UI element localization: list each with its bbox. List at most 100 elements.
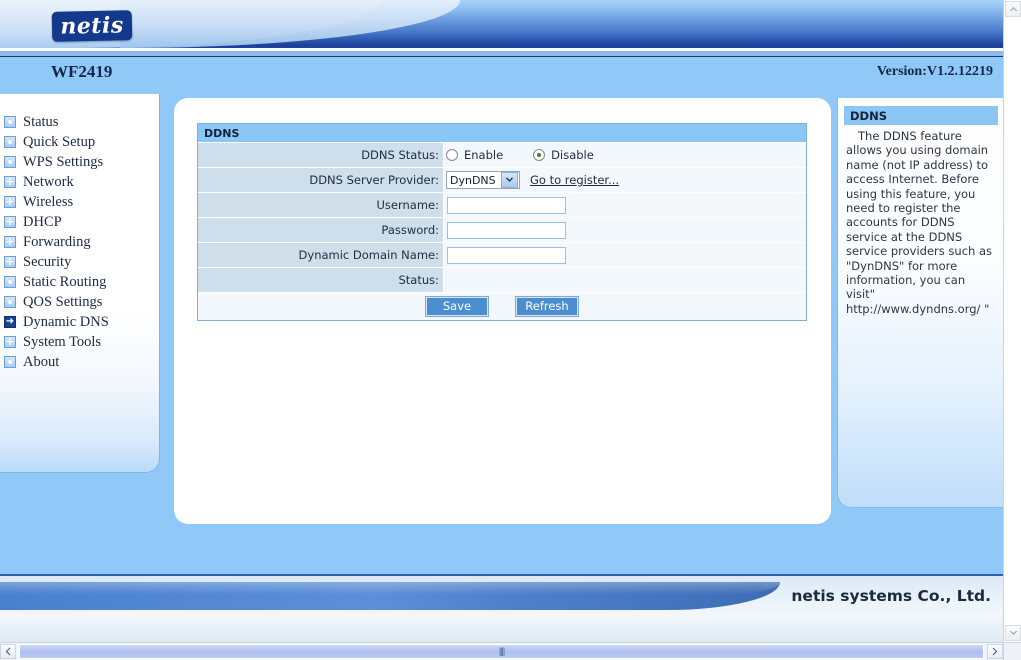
square-dot-icon[interactable] <box>4 136 16 148</box>
label-password: Password: <box>198 218 444 242</box>
plus-expand-icon[interactable]: + <box>4 336 16 348</box>
value-status <box>444 268 806 292</box>
sidebar-item-label: WPS Settings <box>23 153 104 170</box>
square-dot-icon[interactable] <box>4 156 16 168</box>
sidebar-item-network[interactable]: + Network <box>0 172 159 192</box>
plus-expand-icon[interactable]: + <box>4 196 16 208</box>
go-to-register-link[interactable]: Go to register... <box>530 173 619 187</box>
help-panel-body: The DDNS feature allows you using domain… <box>846 129 992 316</box>
ddns-box-title: DDNS <box>198 124 806 143</box>
row-ddns-status: DDNS Status: Enable Disable <box>198 143 806 168</box>
sidebar-item-label: Static Routing <box>23 273 107 290</box>
arrow-right-icon[interactable]: ➜ <box>4 316 16 328</box>
label-ddns-provider: DDNS Server Provider: <box>198 168 444 192</box>
username-input[interactable] <box>447 196 566 214</box>
scroll-down-button[interactable] <box>1005 625 1021 641</box>
dynamic-domain-name-input[interactable] <box>447 246 566 264</box>
plus-expand-icon[interactable]: + <box>4 256 16 268</box>
sidebar-item-static-routing[interactable]: Static Routing <box>0 272 159 292</box>
value-username <box>444 193 806 217</box>
netis-logo: netis <box>51 10 133 42</box>
help-panel: DDNS The DDNS feature allows you using d… <box>837 98 1003 508</box>
sidebar-item-qos-settings[interactable]: QOS Settings <box>0 292 159 312</box>
footer-band-sheen <box>0 582 780 594</box>
plus-expand-icon[interactable]: + <box>4 236 16 248</box>
radio-enable[interactable]: Enable <box>446 148 503 162</box>
sidebar-nav: Status Quick Setup WPS Settings + Network + Wi… <box>0 94 160 473</box>
header-banner: netis <box>0 0 1003 48</box>
row-status: Status: <box>198 268 806 293</box>
row-username: Username: <box>198 193 806 218</box>
content-panel: DDNS DDNS Status: Enable Disable DDNS Se… <box>174 98 831 524</box>
square-dot-icon[interactable] <box>4 356 16 368</box>
plus-expand-icon[interactable]: + <box>4 176 16 188</box>
row-dynamic-domain-name: Dynamic Domain Name: <box>198 243 806 268</box>
value-password <box>444 218 806 242</box>
sidebar-item-label: DHCP <box>23 213 62 230</box>
sidebar-item-label: QOS Settings <box>23 293 103 310</box>
sidebar-item-status[interactable]: Status <box>0 112 159 132</box>
horizontal-scrollbar[interactable]: |||| <box>0 642 1003 660</box>
banner-swoosh-mid <box>120 0 460 48</box>
save-button[interactable]: Save <box>426 297 488 316</box>
sidebar-item-about[interactable]: About <box>0 352 159 372</box>
scrollbar-grip-icon: |||| <box>498 646 505 656</box>
router-admin-page: netis WF2419 Version:V1.2.12219 Status Qu… <box>0 0 1003 642</box>
sidebar-item-wps-settings[interactable]: WPS Settings <box>0 152 159 172</box>
plus-expand-icon[interactable]: + <box>4 216 16 228</box>
sidebar-item-label: Security <box>23 253 72 270</box>
sidebar-item-system-tools[interactable]: + System Tools <box>0 332 159 352</box>
refresh-button[interactable]: Refresh <box>516 297 578 316</box>
label-status: Status: <box>198 268 444 292</box>
sidebar-item-label: Forwarding <box>23 233 91 250</box>
title-row: WF2419 Version:V1.2.12219 <box>0 57 1003 92</box>
help-panel-title: DDNS <box>844 106 998 125</box>
model-name: WF2419 <box>51 62 113 81</box>
value-dynamic-domain-name <box>444 243 806 267</box>
radio-enable-circle-icon[interactable] <box>446 149 458 161</box>
chevron-down-icon[interactable] <box>501 172 518 188</box>
row-password: Password: <box>198 218 806 243</box>
sidebar-item-label: Wireless <box>23 193 74 210</box>
label-dynamic-domain-name: Dynamic Domain Name: <box>198 243 444 267</box>
sidebar-item-security[interactable]: + Security <box>0 252 159 272</box>
radio-disable-label: Disable <box>551 148 594 162</box>
sidebar-item-label: Status <box>23 113 59 130</box>
radio-enable-label: Enable <box>464 148 504 162</box>
row-ddns-provider: DDNS Server Provider: DynDNS Go to regis… <box>198 168 806 193</box>
sidebar-item-forwarding[interactable]: + Forwarding <box>0 232 159 252</box>
square-dot-icon[interactable] <box>4 296 16 308</box>
value-ddns-provider: DynDNS Go to register... <box>444 168 806 192</box>
sidebar-item-dhcp[interactable]: + DHCP <box>0 212 159 232</box>
label-username: Username: <box>198 193 444 217</box>
netis-logo-text: netis <box>60 12 124 40</box>
radio-disable[interactable]: Disable <box>533 148 594 162</box>
sidebar-item-label: System Tools <box>23 333 102 350</box>
scroll-left-button[interactable] <box>0 644 16 659</box>
footer-company-name: netis systems Co., Ltd. <box>791 587 991 605</box>
sidebar-item-quick-setup[interactable]: Quick Setup <box>0 132 159 152</box>
row-actions: Save Refresh <box>198 293 806 320</box>
ddns-settings-box: DDNS DDNS Status: Enable Disable DDNS Se… <box>197 123 807 321</box>
horizontal-scrollbar-thumb[interactable]: |||| <box>19 644 984 659</box>
provider-select[interactable]: DynDNS <box>446 171 520 189</box>
browser-viewport: netis WF2419 Version:V1.2.12219 Status Qu… <box>0 0 1021 660</box>
sidebar-item-dynamic-dns[interactable]: ➜ Dynamic DNS <box>0 312 159 332</box>
firmware-version: Version:V1.2.12219 <box>876 64 993 79</box>
vertical-scrollbar[interactable] <box>1003 0 1021 642</box>
label-ddns-status: DDNS Status: <box>198 143 444 167</box>
radio-disable-circle-icon[interactable] <box>533 149 546 161</box>
scroll-up-button[interactable] <box>1005 1 1021 17</box>
provider-select-value: DynDNS <box>450 173 496 187</box>
scroll-right-button[interactable] <box>987 644 1003 659</box>
sidebar-item-wireless[interactable]: + Wireless <box>0 192 159 212</box>
sidebar-item-label: Network <box>23 173 74 190</box>
sidebar-item-label: Dynamic DNS <box>23 313 109 330</box>
scrollbar-corner <box>1003 642 1021 660</box>
sidebar-item-label: Quick Setup <box>23 133 96 150</box>
password-input[interactable] <box>447 221 566 239</box>
square-dot-icon[interactable] <box>4 276 16 288</box>
page-footer: netis systems Co., Ltd. <box>0 574 1003 642</box>
value-ddns-status: Enable Disable <box>444 143 806 167</box>
square-dot-icon[interactable] <box>4 116 16 128</box>
